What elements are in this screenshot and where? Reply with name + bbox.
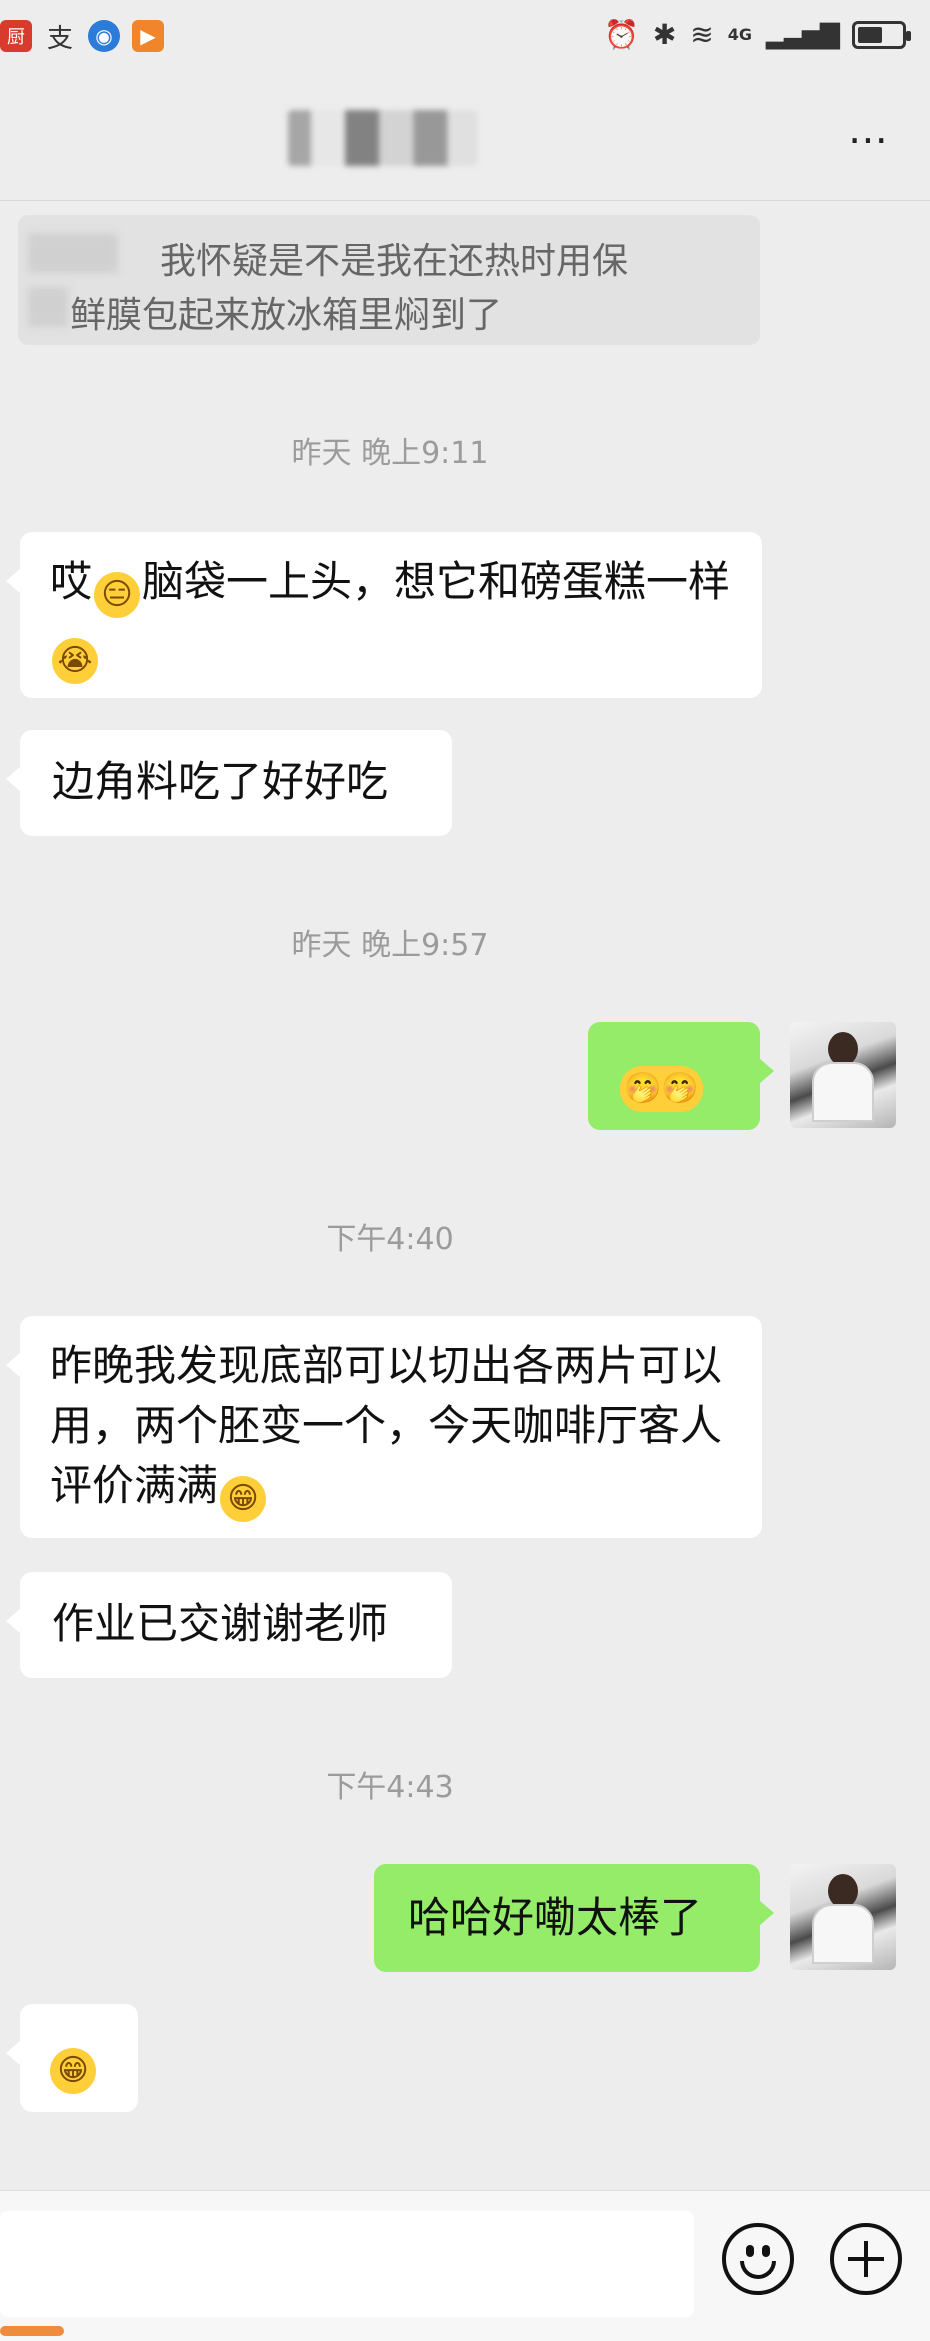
- my-avatar[interactable]: [790, 1864, 896, 1970]
- chat-header: ⋯: [0, 80, 930, 201]
- status-bar-system-icons: ⏰ ✱ ≋ 4G ▂▃▅▇: [603, 18, 911, 51]
- plus-button[interactable]: [830, 2223, 902, 2295]
- my-avatar[interactable]: [790, 1022, 896, 1128]
- battery-level: [858, 26, 882, 43]
- redacted-area: [28, 233, 118, 273]
- message-bubble-incoming[interactable]: 哎 😑 脑袋一上头，想它和磅蛋糕一样😭: [6, 532, 762, 698]
- grinning-emoji-icon: 😁: [220, 1476, 267, 1522]
- contact-name-redacted: [288, 110, 478, 166]
- emoji-button[interactable]: [722, 2223, 794, 2295]
- quoted-message[interactable]: 我怀疑是不是我在还热时用保 鲜膜包起来放冰箱里焖到了: [18, 215, 760, 345]
- message-bubble-incoming[interactable]: 作业已交谢谢老师: [6, 1572, 452, 1678]
- emoji-icon: [746, 2245, 754, 2257]
- status-bar: 厨 支 ◉ ▶ ⏰ ✱ ≋ 4G ▂▃▅▇: [0, 0, 930, 70]
- emoji-icon-eye: [762, 2245, 770, 2257]
- quoted-message-line2: 鲜膜包起来放冰箱里焖到了: [70, 295, 503, 336]
- timestamp: 昨天 晚上9:11: [291, 436, 489, 471]
- message-input[interactable]: [0, 2211, 694, 2317]
- message-bubble-incoming[interactable]: 😁: [6, 2004, 138, 2112]
- expressionless-emoji-icon: 😑: [94, 572, 141, 618]
- battery-icon: [852, 20, 911, 49]
- grinning-emoji-icon: 😁: [50, 2048, 96, 2094]
- hand-over-mouth-emoji-icon: 🤭🤭: [620, 1066, 703, 1112]
- timestamp: 下午4:43: [326, 1770, 454, 1805]
- status-bar-app-icons: 厨 支 ◉ ▶: [0, 20, 164, 54]
- wifi-icon: ≋: [690, 18, 714, 51]
- timestamp: 昨天 晚上9:57: [291, 928, 489, 963]
- message-bubble-outgoing[interactable]: 🤭🤭: [588, 1022, 774, 1130]
- quoted-message-line1: 我怀疑是不是我在还热时用保: [160, 241, 629, 282]
- message-bubble-incoming[interactable]: 昨晚我发现底部可以切出各两片可以用，两个胚变一个，今天咖啡厅客人评价满满 😁: [6, 1316, 762, 1538]
- app-notification-icon-3: ◉: [88, 20, 120, 52]
- bluetooth-icon: ✱: [652, 18, 677, 51]
- crying-emoji-icon: 😭: [52, 638, 98, 684]
- app-notification-icon-1: 厨: [0, 20, 32, 52]
- app-notification-icon-4: ▶: [132, 20, 164, 52]
- timestamp: 下午4:40: [326, 1222, 454, 1257]
- app-notification-icon-2: 支: [46, 23, 73, 54]
- message-input-bar: [0, 2190, 930, 2341]
- signal-icon: ▂▃▅▇: [766, 19, 840, 50]
- more-options-button[interactable]: ⋯: [848, 120, 890, 160]
- alarm-icon: ⏰: [603, 18, 639, 51]
- redacted-area: [28, 287, 68, 327]
- emoji-icon-mouth: [740, 2261, 776, 2279]
- more-icon: ⋯: [848, 117, 890, 163]
- home-indicator: [0, 2326, 64, 2336]
- message-bubble-outgoing[interactable]: 哈哈好嘞太棒了: [374, 1864, 774, 1972]
- network-type-label: 4G: [727, 25, 753, 44]
- message-bubble-incoming[interactable]: 边角料吃了好好吃: [6, 730, 452, 836]
